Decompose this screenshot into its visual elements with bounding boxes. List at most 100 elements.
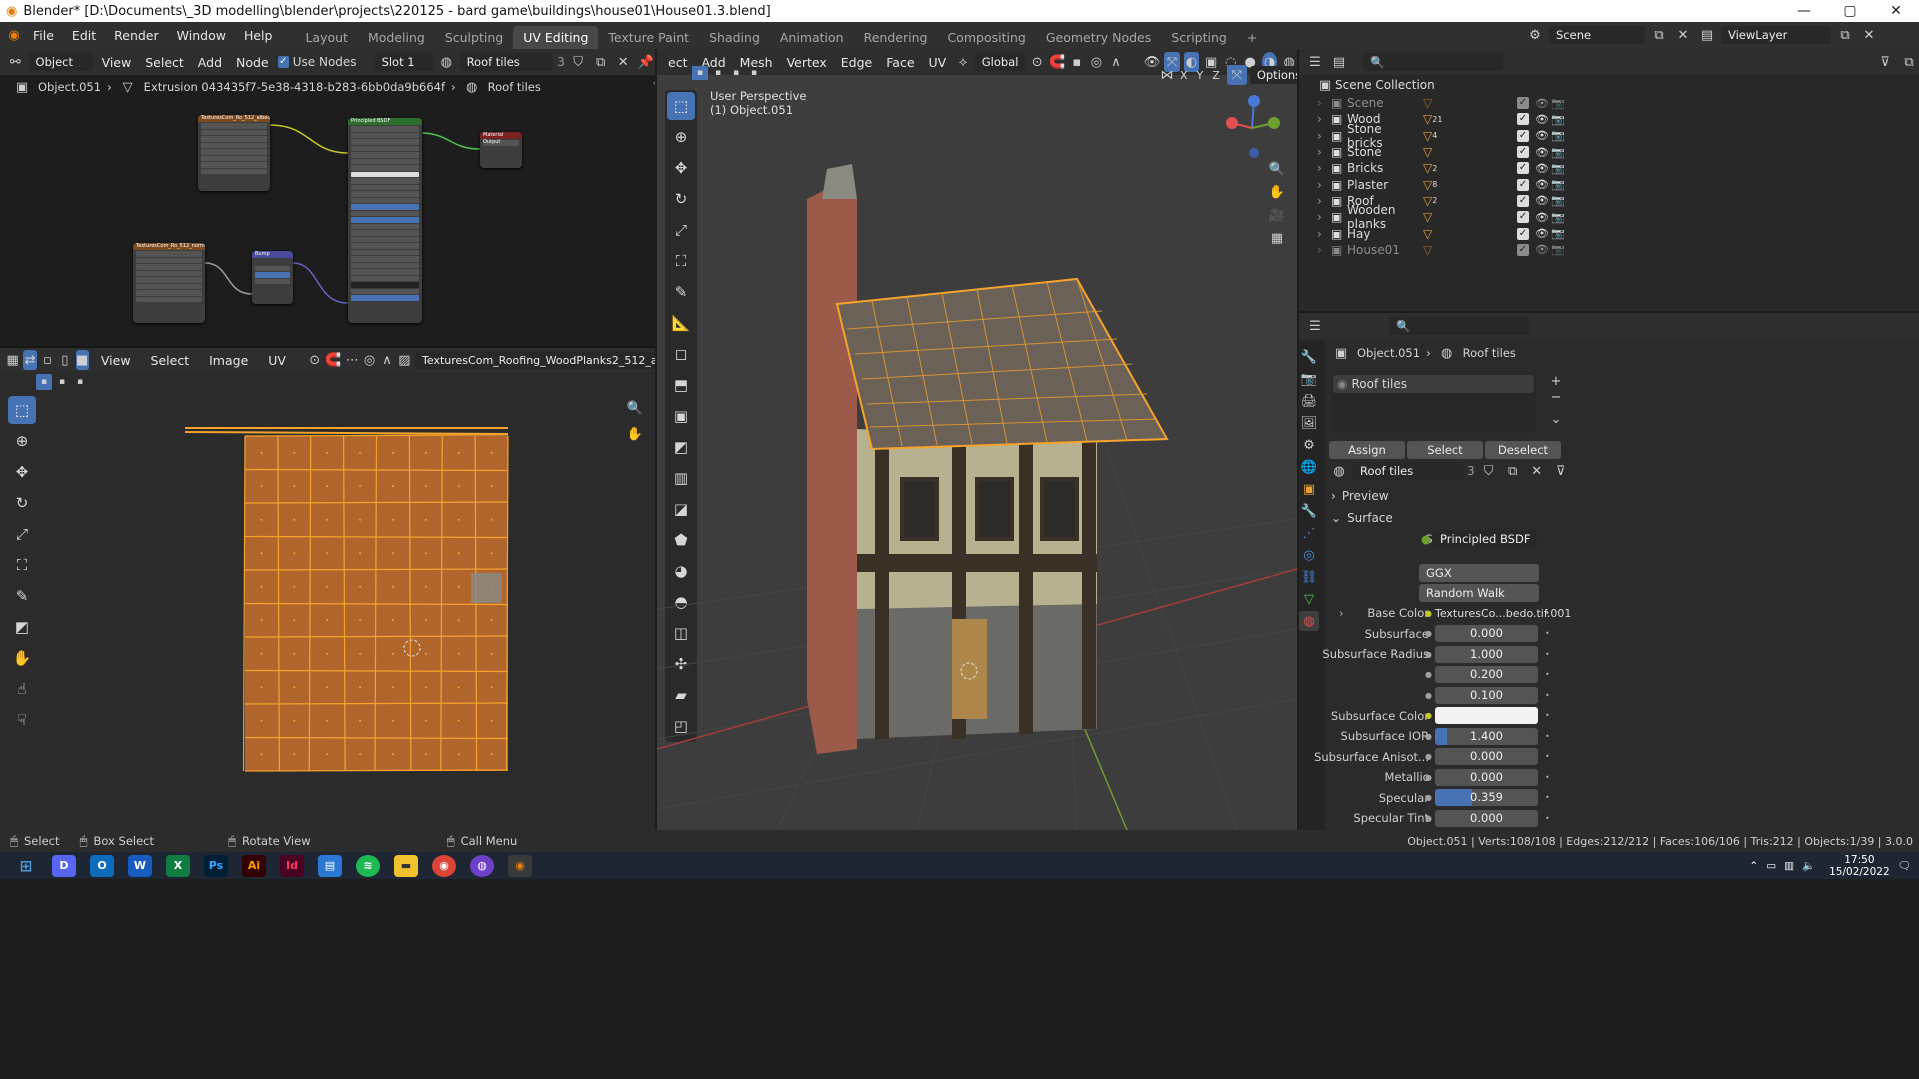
hide-viewport-icon[interactable]: 👁 (1535, 129, 1549, 142)
minimize-button[interactable]: — (1781, 0, 1827, 22)
tab-texture-paint[interactable]: Texture Paint (598, 26, 699, 49)
uv-menu-uv[interactable]: UV (260, 348, 294, 372)
close-button[interactable]: ✕ (1873, 0, 1919, 22)
object-tab-icon[interactable]: ▣ (1299, 479, 1319, 499)
exclude-checkbox[interactable]: ✓ (1517, 194, 1529, 207)
battery-icon[interactable]: ▭ (1766, 860, 1776, 872)
subsurface-method-dropdown[interactable]: Random Walk (1419, 584, 1539, 602)
outlook-icon[interactable]: O (90, 854, 114, 877)
material-browse-icon[interactable]: ◍ (1329, 461, 1349, 481)
new-collection-icon[interactable]: ⧉ (1899, 52, 1919, 72)
number-field[interactable]: 0.000 (1435, 768, 1538, 786)
expand-chevron-icon[interactable]: › (1317, 145, 1331, 159)
number-field[interactable]: 0.000 (1435, 625, 1538, 643)
view-layer-selector[interactable]: ViewLayer (1721, 26, 1831, 44)
properties-type-icon[interactable]: ☰ (1305, 316, 1325, 336)
image-texture-node-normal[interactable]: TexturesCom_Ro_512_normal (133, 243, 205, 323)
filter-icon[interactable]: ⊽ (1875, 52, 1895, 72)
hide-viewport-icon[interactable]: 👁 (1535, 194, 1549, 207)
spotify-icon[interactable]: ≋ (356, 854, 380, 877)
rip-tool-icon[interactable]: ◩ (8, 613, 36, 641)
deselect-button[interactable]: Deselect (1485, 441, 1561, 459)
number-field[interactable]: 0.100 (1435, 686, 1538, 704)
clock-time[interactable]: 17:50 (1829, 854, 1890, 866)
scene-tab-icon[interactable]: ⚙ (1299, 435, 1319, 455)
expand-chevron-icon[interactable]: › (1317, 243, 1331, 257)
file-explorer-icon[interactable]: ▬ (394, 854, 418, 877)
network-icon[interactable]: ▥ (1784, 860, 1794, 872)
keyframe-dot-icon[interactable]: • (1545, 814, 1550, 823)
disable-render-icon[interactable]: 📷 (1551, 97, 1565, 110)
relax-tool-icon[interactable]: ☝ (8, 675, 36, 703)
disable-render-icon[interactable]: 📷 (1551, 227, 1565, 240)
menu-file[interactable]: File (24, 22, 63, 49)
tab-rendering[interactable]: Rendering (854, 26, 938, 49)
outliner-row[interactable]: › ▣ House01 ▽ ✓ 👁 📷 (1299, 242, 1919, 258)
disable-render-icon[interactable]: 📷 (1551, 178, 1565, 191)
properties-editor[interactable]: ☰ 🔍 🔧 📷 🖨 🖼 ⚙ 🌐 ▣ 🔧 ⋰ ◎ ⛓ ▽ ◍ ▣ Object.0… (1299, 313, 1919, 830)
expand-chevron-icon[interactable]: › (1317, 178, 1331, 192)
image-browse-icon[interactable]: ▨ (398, 350, 411, 370)
menu-help[interactable]: Help (235, 22, 282, 49)
image-selector[interactable]: TexturesCom_Roofing_WoodPlanks2_512_albe… (415, 351, 655, 369)
notifications-icon[interactable]: 🗨 (1898, 859, 1911, 872)
select-box-tool-icon[interactable]: ⬚ (8, 396, 36, 424)
number-field[interactable]: 1.000 (1435, 645, 1538, 663)
snap-icon[interactable]: 🧲 (325, 350, 341, 370)
disable-render-icon[interactable]: 📷 (1551, 243, 1565, 256)
disable-render-icon[interactable]: 📷 (1551, 146, 1565, 159)
image-texture-node-albedo[interactable]: TexturesCom_Ro_512_albedo (198, 115, 270, 191)
number-field[interactable]: 0.000 (1435, 809, 1538, 827)
blender-taskbar-icon[interactable]: ◉ (508, 854, 532, 877)
annotate-tool-icon[interactable]: ✎ (8, 582, 36, 610)
hide-viewport-icon[interactable]: 👁 (1535, 178, 1549, 191)
expand-chevron-icon[interactable]: › (1317, 227, 1331, 241)
surface-panel-header[interactable]: ⌄ Surface (1331, 511, 1393, 525)
tab-sculpting[interactable]: Sculpting (435, 26, 513, 49)
menu-window[interactable]: Window (168, 22, 235, 49)
tray-chevron-icon[interactable]: ⌃ (1749, 860, 1758, 872)
volume-icon[interactable]: 🔈 (1802, 859, 1815, 872)
cursor-tool-icon[interactable]: ⊕ (8, 427, 36, 455)
outliner-type-icon[interactable]: ☰ (1305, 52, 1325, 72)
keyframe-dot-icon[interactable]: • (1545, 752, 1550, 761)
outliner-row[interactable]: › ▣ Hay ▽ ✓ 👁 📷 (1299, 225, 1919, 241)
exclude-checkbox[interactable]: ✓ (1517, 97, 1529, 110)
uv-menu-view[interactable]: View (93, 348, 139, 372)
menu-render[interactable]: Render (105, 22, 168, 49)
zoom-icon[interactable]: 🔍 (625, 398, 645, 418)
github-icon[interactable]: ◍ (470, 854, 494, 877)
preview-panel-header[interactable]: › Preview (1331, 489, 1389, 503)
assign-button[interactable]: Assign (1329, 441, 1405, 459)
disable-render-icon[interactable]: 📷 (1551, 194, 1565, 207)
gizmo-y-axis[interactable] (1268, 117, 1280, 129)
render-tab-icon[interactable]: 📷 (1299, 369, 1319, 389)
expand-chevron-icon[interactable]: › (1317, 210, 1331, 224)
outliner-row[interactable]: › ▣ Bricks ▽ 2 ✓ 👁 📷 (1299, 160, 1919, 176)
tab-layout[interactable]: Layout (295, 26, 358, 49)
keyframe-dot-icon[interactable]: • (1545, 670, 1550, 679)
maximize-button[interactable]: ▢ (1827, 0, 1873, 22)
tab-compositing[interactable]: Compositing (937, 26, 1035, 49)
select-extend-icon[interactable]: ▪ (54, 374, 70, 390)
hide-viewport-icon[interactable]: 👁 (1535, 113, 1549, 126)
expand-chevron-icon[interactable]: › (1317, 194, 1331, 208)
output-tab-icon[interactable]: 🖨 (1299, 391, 1319, 411)
exclude-checkbox[interactable]: ✓ (1517, 211, 1529, 224)
chrome-icon[interactable]: ◉ (432, 854, 456, 877)
uv-menu-select[interactable]: Select (143, 348, 198, 372)
principled-bsdf-node[interactable]: Principled BSDF (348, 118, 422, 323)
hide-viewport-icon[interactable]: 👁 (1535, 162, 1549, 175)
node-link-icon[interactable]: ⊽ (1551, 461, 1571, 481)
uv-vertex-select-icon[interactable]: ▫ (41, 350, 54, 370)
linked-texture-field[interactable]: TexturesCo...bedo.tif.001 (1435, 607, 1571, 620)
illustrator-icon[interactable]: Ai (242, 854, 266, 877)
keyframe-dot-icon[interactable]: • (1545, 773, 1550, 782)
material-slot-list[interactable]: ◉ Roof tiles (1331, 373, 1536, 433)
scene-selector[interactable]: Scene (1549, 26, 1645, 44)
tab-geometry-nodes[interactable]: Geometry Nodes (1036, 26, 1161, 49)
uv-face-select-icon[interactable]: ■ (75, 350, 89, 370)
photoshop-icon[interactable]: Ps (204, 854, 228, 877)
slot-specials-icon[interactable]: ⌄ (1546, 409, 1566, 429)
outliner[interactable]: ☰ ▤ 🔍 ⊽ ⧉ ▣ Scene Collection › ▣ Scene ▽ ✓ 👁 📷… (1299, 49, 1919, 311)
